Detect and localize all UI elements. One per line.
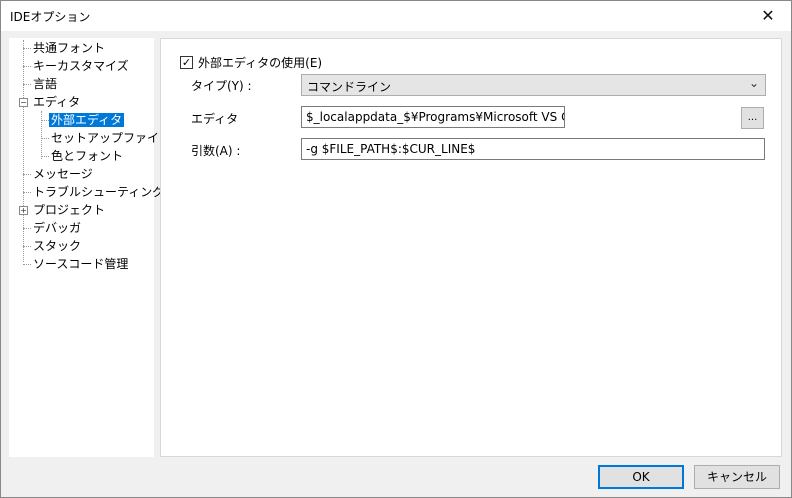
window-title: IDEオプション (10, 10, 91, 24)
ok-button[interactable]: OK (598, 465, 684, 489)
tree-item-common-font[interactable]: 共通フォント (31, 40, 107, 57)
editor-path-input[interactable]: $_localappdata_$¥Programs¥Microsoft VS C… (301, 106, 565, 128)
use-external-editor-label: 外部エディタの使用(E) (198, 56, 323, 70)
tree-item-editor[interactable]: エディタ (31, 94, 82, 111)
tree-item-color-font[interactable]: 色とフォント (49, 148, 125, 165)
args-input[interactable]: -g $FILE_PATH$:$CUR_LINE$ (301, 138, 765, 160)
close-icon: ✕ (761, 6, 775, 25)
tree-item-message[interactable]: メッセージ (31, 166, 95, 183)
close-button[interactable]: ✕ (745, 1, 791, 31)
tree-item-troubleshooting[interactable]: トラブルシューティング (31, 184, 166, 201)
tree-item-language[interactable]: 言語 (31, 76, 59, 93)
args-label: 引数(A) : (191, 144, 241, 158)
tree-item-project[interactable]: プロジェクト (31, 202, 107, 219)
tree-item-external-editor[interactable]: 外部エディタ (49, 112, 125, 129)
type-dropdown-value: コマンドライン (307, 80, 392, 94)
type-dropdown[interactable]: コマンドライン ⌄ (301, 74, 766, 96)
type-label: タイプ(Y) : (191, 79, 252, 93)
ide-options-dialog: IDEオプション ✕ − + 共通フォント キーカスタマイズ 言語 エディタ 外… (0, 0, 792, 498)
external-editor-panel: ✓ 外部エディタの使用(E) タイプ(Y) : コマンドライン ⌄ エディタ $… (160, 38, 782, 457)
title-bar: IDEオプション ✕ (1, 1, 791, 31)
use-external-editor-checkbox[interactable]: ✓ (180, 56, 193, 69)
options-tree: − + 共通フォント キーカスタマイズ 言語 エディタ 外部エディタ セットアッ… (9, 38, 171, 457)
collapse-editor-icon[interactable]: − (19, 98, 28, 107)
tree-item-key-customize[interactable]: キーカスタマイズ (31, 58, 131, 75)
tree-item-setup-file[interactable]: セットアップファイル (49, 130, 173, 147)
tree-item-source-control[interactable]: ソースコード管理 (31, 256, 130, 273)
cancel-button[interactable]: キャンセル (694, 465, 780, 489)
tree-item-debugger[interactable]: デバッガ (31, 220, 83, 237)
tree-item-stack[interactable]: スタック (31, 238, 83, 255)
expand-project-icon[interactable]: + (19, 206, 28, 215)
browse-button[interactable]: ... (741, 107, 764, 129)
chevron-down-icon: ⌄ (748, 76, 759, 90)
editor-label: エディタ (191, 112, 239, 126)
